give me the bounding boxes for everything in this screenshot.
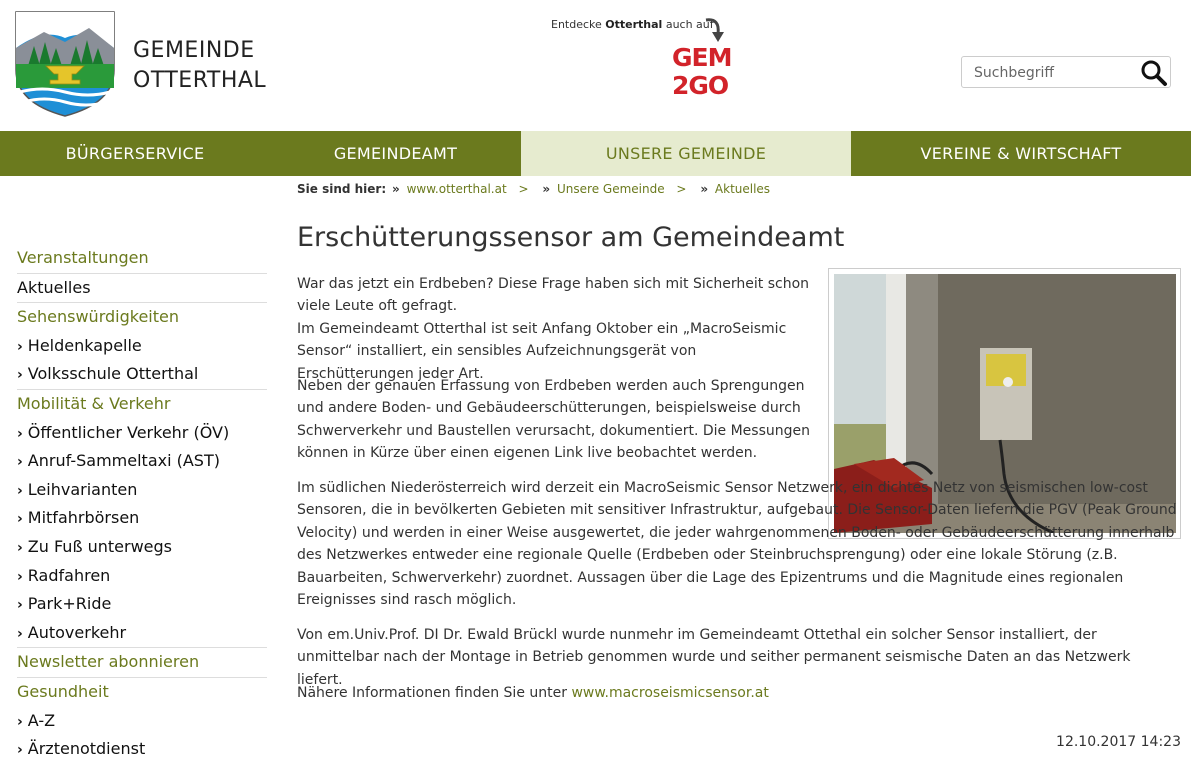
sidebar-item-zu-fuss[interactable]: › Zu Fuß unterwegs [17,533,267,562]
gem2go-tagline-name: Otterthal [605,18,663,31]
gem2go-logo-line1: GEM [672,43,732,72]
sidebar-item-radfahren[interactable]: › Radfahren [17,562,267,591]
site-title-line1: GEMEINDE [133,38,255,63]
breadcrumb-separator: > [676,182,687,196]
article-paragraph-5: Nähere Informationen finden Sie unter ww… [297,682,1179,704]
chevron-right-icon: › [17,597,23,614]
double-chevron-icon: » [391,182,400,196]
site-title[interactable]: GEMEINDE OTTERTHAL [133,36,266,96]
article-paragraph-1: War das jetzt ein Erdbeben? Diese Frage … [297,273,817,385]
sidebar-item-veranstaltungen[interactable]: Veranstaltungen [17,244,267,274]
sidebar-item-label: Mobilität & Verkehr [17,393,171,413]
search-icon[interactable] [1140,59,1168,87]
info-text: Nähere Informationen finden Sie unter [297,685,567,701]
gem2go-tagline-prefix: Entdecke [551,18,602,31]
chevron-right-icon: › [17,367,23,384]
sidebar-item-label: Veranstaltungen [17,248,149,267]
sidebar-item-label: Park+Ride [27,594,112,614]
sidebar-item-heldenkapelle[interactable]: › Heldenkapelle [17,332,267,361]
sidebar-item-oev[interactable]: › Öffentlicher Verkehr (ÖV) [17,419,267,448]
sidebar-item-label: Radfahren [27,565,111,585]
curved-arrow-icon [705,18,724,42]
chevron-right-icon: › [17,713,23,730]
coat-of-arms-logo[interactable] [14,8,116,118]
sidebar-item-leihvarianten[interactable]: › Leihvarianten [17,476,267,505]
search-input[interactable] [972,62,1136,84]
search-box [961,56,1171,88]
gem2go-tagline: Entdecke Otterthal auch auf [551,18,714,31]
article-title: Erschütterungssensor am Gemeindeamt [297,222,845,253]
sidebar-item-label: Mitfahrbörsen [27,508,140,528]
sidebar-item-label: Newsletter abonnieren [17,652,200,672]
sidebar-item-mobilitaet[interactable]: Mobilität & Verkehr [17,390,267,419]
article-paragraph-1a: War das jetzt ein Erdbeben? Diese Frage … [297,276,810,315]
breadcrumb-label: Sie sind hier: [297,182,387,196]
sidebar-item-label: Leihvarianten [27,479,138,499]
sidebar-item-volksschule[interactable]: › Volksschule Otterthal [17,360,267,390]
main-navigation: BÜRGERSERVICE GEMEINDEAMT UNSERE GEMEIND… [0,131,1191,176]
sidebar-item-a-z[interactable]: › A-Z [17,707,267,736]
chevron-right-icon: › [17,511,23,528]
sidebar-item-autoverkehr[interactable]: › Autoverkehr [17,619,267,649]
chevron-right-icon: › [17,425,23,442]
gem2go-logo-line2: 2GO [672,71,729,100]
sidebar-item-label: Heldenkapelle [27,335,142,355]
site-header: GEMEINDE OTTERTHAL Entdecke Otterthal au… [0,0,1191,131]
sidebar-item-gesundheit[interactable]: Gesundheit [17,678,267,707]
chevron-right-icon: › [17,568,23,585]
article-paragraph-1b: Im Gemeindeamt Otterthal ist seit Anfang… [297,320,787,382]
sidebar-item-park-ride[interactable]: › Park+Ride [17,590,267,619]
breadcrumb: Sie sind hier: » www.otterthal.at > » Un… [297,182,770,196]
article-date: 12.10.2017 14:23 [1056,734,1181,750]
double-chevron-icon: » [700,182,709,196]
sidebar-item-label: Öffentlicher Verkehr (ÖV) [27,422,230,442]
nav-buergerservice[interactable]: BÜRGERSERVICE [0,131,270,176]
sidebar-item-label: Sehenswürdigkeiten [17,307,179,327]
chevron-right-icon: › [17,482,23,499]
sidebar-item-label: Aktuelles [17,277,91,297]
sidebar-item-label: Anruf-Sammeltaxi (AST) [27,451,220,471]
article-paragraph-3: Im südlichen Niederösterreich wird derze… [297,480,1177,609]
article-paragraph-2: Neben der genauen Erfassung von Erdbeben… [297,378,810,462]
double-chevron-icon: » [542,182,551,196]
breadcrumb-home-link[interactable]: www.otterthal.at [407,182,507,196]
sidebar-item-aktuelles[interactable]: Aktuelles [17,274,267,304]
breadcrumb-unsere-gemeinde-link[interactable]: Unsere Gemeinde [557,182,665,196]
macroseismic-link[interactable]: www.macroseismicsensor.at [571,685,768,701]
sidebar-item-label: Ärztenotdienst [27,739,146,759]
sidebar-item-label: Gesundheit [17,681,109,701]
sidebar-item-aerztenotdienst[interactable]: › Ärztenotdienst [17,735,267,764]
site-title-line2: OTTERTHAL [133,68,267,93]
sidebar-item-sehenswuerdigkeiten[interactable]: Sehenswürdigkeiten [17,303,267,332]
nav-vereine-wirtschaft[interactable]: VEREINE & WIRTSCHAFT [851,131,1191,176]
chevron-right-icon: › [17,742,23,759]
chevron-right-icon: › [17,338,23,355]
nav-gemeindeamt[interactable]: GEMEINDEAMT [270,131,521,176]
sidebar-menu: Veranstaltungen Aktuelles Sehenswürdigke… [17,244,267,764]
breadcrumb-separator: > [518,182,529,196]
sidebar-item-ast[interactable]: › Anruf-Sammeltaxi (AST) [17,447,267,476]
breadcrumb-aktuelles-link[interactable]: Aktuelles [715,182,770,196]
sidebar-item-mitfahrboersen[interactable]: › Mitfahrbörsen [17,504,267,533]
sidebar-item-newsletter[interactable]: Newsletter abonnieren [17,648,267,678]
chevron-right-icon: › [17,625,23,642]
sidebar-item-label: Zu Fuß unterwegs [27,536,172,556]
nav-unsere-gemeinde[interactable]: UNSERE GEMEINDE [521,131,851,176]
sidebar-item-label: Volksschule Otterthal [27,364,199,384]
chevron-right-icon: › [17,454,23,471]
gem2go-logo[interactable]: GEM 2GO [672,43,732,102]
sidebar-item-label: Autoverkehr [27,622,127,642]
chevron-right-icon: › [17,539,23,556]
sidebar-item-label: A-Z [27,710,56,730]
